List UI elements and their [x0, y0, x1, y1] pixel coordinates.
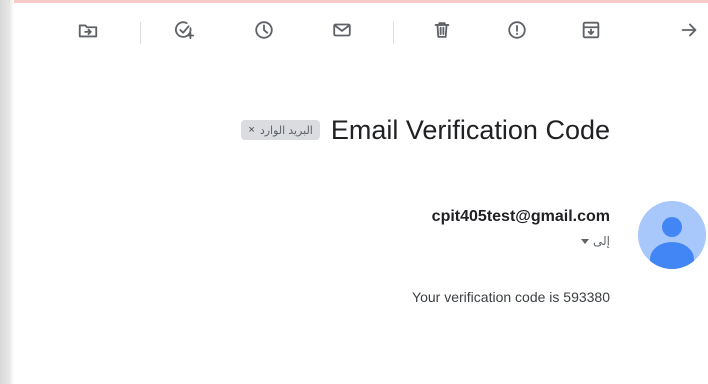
next-message-button[interactable] [677, 20, 701, 44]
email-subject: Email Verification Code [330, 115, 610, 145]
toolbar-divider [140, 22, 141, 44]
avatar-shoulders [650, 242, 694, 269]
delete-button[interactable] [430, 20, 454, 44]
message-toolbar [0, 8, 708, 56]
left-sidebar-edge [0, 0, 14, 384]
snooze-button[interactable] [252, 20, 276, 44]
archive-icon [580, 19, 602, 46]
next-arrow-icon [678, 19, 700, 46]
recipient-details-toggle[interactable]: إلى [432, 234, 610, 248]
remove-label-icon[interactable]: × [248, 124, 254, 136]
avatar-head [662, 217, 682, 237]
chevron-down-icon [581, 238, 589, 244]
sender-block: cpit405test@gmail.com إلى [432, 205, 610, 248]
report-spam-icon [506, 19, 528, 46]
toolbar-divider [393, 22, 394, 44]
recipient-label: إلى [593, 234, 610, 248]
subject-row: البريد الوارد × Email Verification Code [241, 110, 610, 150]
add-to-tasks-button[interactable] [172, 20, 196, 44]
inbox-label-text: البريد الوارد [259, 124, 313, 137]
add-to-tasks-icon [173, 19, 195, 46]
sender-email[interactable]: cpit405test@gmail.com [432, 205, 610, 229]
sender-avatar[interactable] [638, 201, 706, 269]
snooze-icon [253, 19, 275, 46]
top-accent-bar [0, 0, 708, 3]
report-spam-button[interactable] [505, 20, 529, 44]
move-to-folder-button[interactable] [76, 20, 100, 44]
mark-unread-icon [331, 19, 353, 46]
mark-unread-button[interactable] [330, 20, 354, 44]
archive-button[interactable] [579, 20, 603, 44]
delete-icon [431, 19, 453, 46]
message-body: Your verification code is 593380 [412, 289, 610, 305]
inbox-label-chip: البريد الوارد × [241, 120, 320, 140]
move-to-folder-icon [77, 19, 99, 46]
